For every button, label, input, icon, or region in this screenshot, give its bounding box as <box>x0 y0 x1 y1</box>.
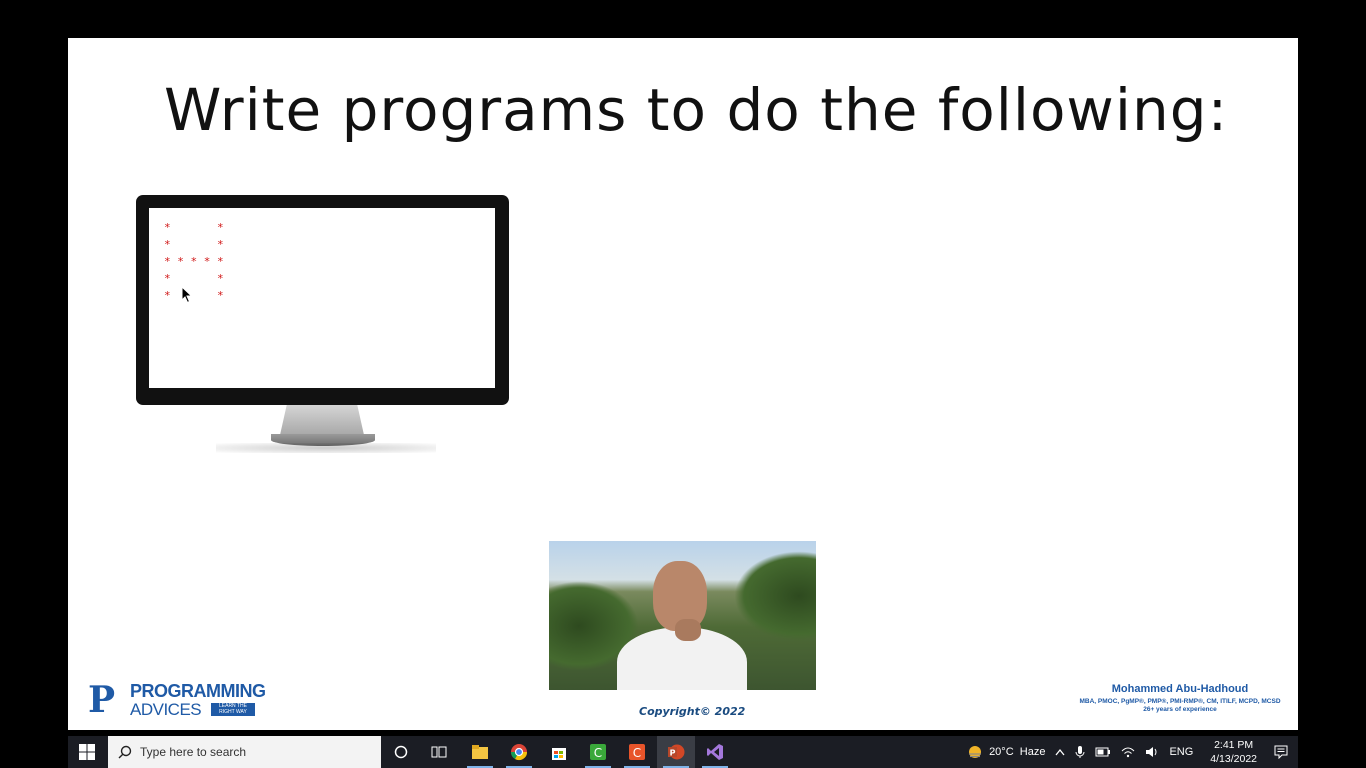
battery-icon <box>1095 747 1111 757</box>
svg-text:P: P <box>670 749 676 758</box>
camtasia-recorder-icon: C <box>629 744 645 760</box>
star-row: * * <box>164 221 224 234</box>
powerpoint-icon: P <box>668 744 685 760</box>
task-view-button[interactable] <box>420 736 458 768</box>
wifi-icon <box>1122 747 1135 758</box>
camtasia-icon: C <box>590 744 606 760</box>
palm-tree <box>734 551 816 641</box>
file-explorer-icon <box>472 745 488 759</box>
cortana-icon <box>394 745 408 759</box>
monitor-stand-neck <box>280 405 364 435</box>
microsoft-store-button[interactable] <box>540 736 578 768</box>
star-row: * * <box>164 272 224 285</box>
star-row: * * * * * <box>164 255 224 268</box>
camtasia-recorder-button[interactable]: C <box>618 736 656 768</box>
monitor-screen: * * * * * * * * * * * * * <box>149 208 495 388</box>
chrome-icon <box>510 744 528 761</box>
visual-studio-icon <box>707 744 723 760</box>
slide: Write programs to do the following: * * … <box>68 38 1298 730</box>
network-button[interactable] <box>1121 746 1135 758</box>
camtasia-button[interactable]: C <box>579 736 617 768</box>
battery-button[interactable] <box>1095 747 1111 757</box>
presenter-hand <box>675 619 701 641</box>
logo-main-text: PROGRAMMING <box>130 681 266 701</box>
copyright-text: Copyright© 2022 <box>639 705 746 718</box>
svg-text:C: C <box>633 746 641 760</box>
author-credentials: MBA, PMOC, PgMP®, PMP®, PMI-RMP®, CM, IT… <box>1079 698 1281 705</box>
weather-haze-icon <box>969 746 982 758</box>
chrome-button[interactable] <box>500 736 538 768</box>
microphone-button[interactable] <box>1075 745 1085 759</box>
star-row: * * <box>164 238 224 251</box>
language-indicator[interactable]: ENG <box>1169 746 1193 758</box>
speaker-icon <box>1146 747 1157 757</box>
monitor-illustration: * * * * * * * * * * * * * <box>136 195 509 457</box>
system-tray: 20°C Haze ENG 2:41 PM 4/13/2022 <box>962 736 1298 768</box>
clock-time: 2:41 PM <box>1214 739 1254 751</box>
show-hidden-icons-button[interactable] <box>1055 748 1065 756</box>
notifications-icon <box>1274 745 1288 759</box>
taskbar-search-box[interactable]: Type here to search <box>108 736 381 768</box>
presenter-webcam-video <box>549 541 816 690</box>
svg-text:C: C <box>594 746 602 760</box>
windows-icon <box>79 744 95 760</box>
microphone-icon <box>1075 746 1085 758</box>
weather-widget[interactable]: 20°C Haze <box>967 744 1045 760</box>
author-block: Mohammed Abu-Hadhoud MBA, PMOC, PgMP®, P… <box>1070 683 1290 713</box>
logo-sub-text: ADVICES <box>130 700 202 719</box>
cortana-button[interactable] <box>382 736 420 768</box>
start-button[interactable] <box>68 736 106 768</box>
microsoft-store-icon <box>552 748 566 760</box>
file-explorer-button[interactable] <box>461 736 499 768</box>
clock[interactable]: 2:41 PM 4/13/2022 <box>1210 738 1257 766</box>
chevron-up-icon <box>1055 748 1065 756</box>
search-icon <box>118 745 132 759</box>
clock-date: 4/13/2022 <box>1210 753 1257 765</box>
mouse-cursor-icon <box>181 286 193 304</box>
weather-text: 20°C Haze <box>989 746 1046 758</box>
task-view-icon <box>431 746 447 758</box>
programming-advices-logo: P PROGRAMMING ADVICES LEARN THE RIGHT WA… <box>88 680 278 722</box>
author-experience: 26+ years of experience <box>1143 706 1217 713</box>
monitor-shadow <box>216 443 436 453</box>
author-name: Mohammed Abu-Hadhoud <box>1111 683 1249 695</box>
logo-letter: P <box>88 679 116 721</box>
volume-button[interactable] <box>1145 746 1159 758</box>
taskbar: Type here to search C C P 20°C Haze ENG … <box>68 736 1298 768</box>
search-placeholder: Type here to search <box>140 745 247 759</box>
logo-tagline: LEARN THE RIGHT WAY <box>211 703 255 716</box>
visual-studio-button[interactable] <box>696 736 734 768</box>
star-row: * * <box>164 289 224 302</box>
powerpoint-button[interactable]: P <box>657 736 695 768</box>
action-center-button[interactable] <box>1274 745 1288 759</box>
slide-title: Write programs to do the following: <box>164 76 1229 144</box>
